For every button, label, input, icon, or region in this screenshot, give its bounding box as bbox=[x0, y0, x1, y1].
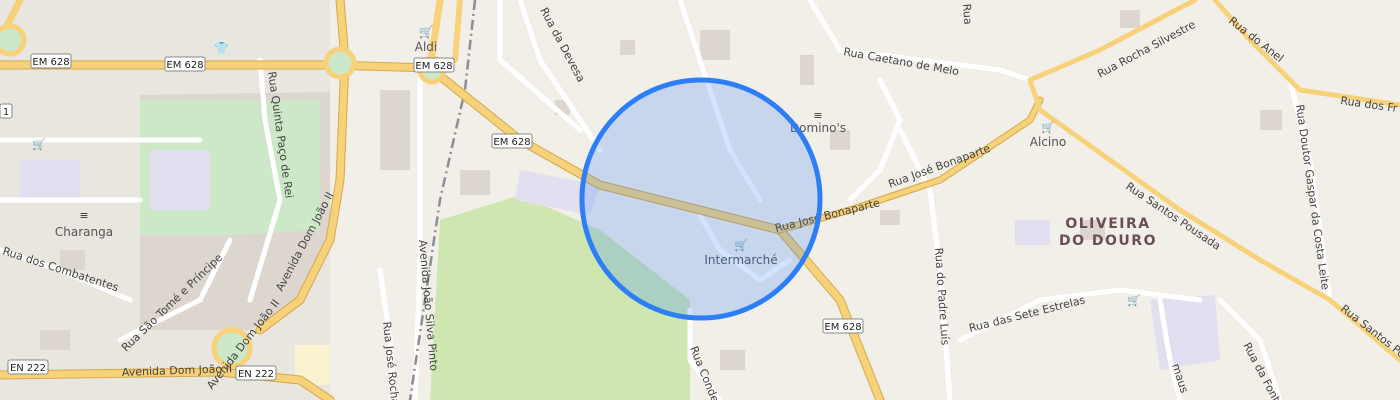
route-shield-em628-d: EM 628 bbox=[491, 133, 533, 149]
route-shield-em628-a: EM 628 bbox=[30, 53, 72, 69]
building bbox=[40, 330, 70, 350]
shirt-icon: 👕 bbox=[214, 41, 229, 55]
search-radius-circle[interactable] bbox=[579, 77, 823, 321]
svg-text:EM 628: EM 628 bbox=[32, 57, 69, 68]
building bbox=[1260, 110, 1282, 130]
street-label-anel: Rua do Anel bbox=[1226, 14, 1286, 65]
road-em628-north-2 bbox=[452, 0, 463, 63]
svg-text:Alcino: Alcino bbox=[1030, 135, 1066, 149]
building bbox=[880, 210, 900, 225]
street-label-padre-luis: Rua do Padre Luís bbox=[932, 247, 952, 346]
building bbox=[460, 170, 490, 195]
school-area-2 bbox=[20, 160, 80, 200]
burger-icon: ≡ bbox=[79, 209, 88, 222]
route-shield-em628-b: EM 628 bbox=[164, 56, 206, 72]
route-shield-em628-c: EM 628 bbox=[413, 57, 455, 73]
svg-text:Aldi: Aldi bbox=[415, 40, 438, 54]
svg-text:EN 222: EN 222 bbox=[10, 363, 46, 374]
map-canvas[interactable]: Rua da Devesa Rua Caetano de Melo Rua Ro… bbox=[0, 0, 1400, 400]
cart-icon: 🛒 bbox=[1041, 121, 1055, 134]
svg-text:OLIVEIRA: OLIVEIRA bbox=[1065, 216, 1150, 232]
street-label-gaspar: Rua Doutor Gaspar da Costa Leite bbox=[1293, 104, 1332, 291]
building bbox=[1120, 10, 1140, 28]
route-shield-en222-a: EN 222 bbox=[7, 359, 49, 375]
school-area-4 bbox=[1015, 220, 1050, 245]
street-label-santos-b: Rua Santos Pousada bbox=[1338, 302, 1400, 381]
route-shield-em628-e: EM 628 bbox=[822, 318, 864, 334]
route-shield-n1: 1 bbox=[0, 103, 13, 119]
street-label-devesa: Rua da Devesa bbox=[537, 5, 587, 84]
roundabout bbox=[323, 46, 357, 80]
building bbox=[380, 90, 410, 170]
cart-icon: 🛒 bbox=[419, 25, 434, 39]
cart-icon: 🛒 bbox=[1127, 294, 1141, 307]
building bbox=[700, 30, 730, 60]
street-label-frias: Rua dos Fr bbox=[1340, 94, 1399, 115]
road-anel-major bbox=[1212, 0, 1400, 108]
svg-text:EM 628: EM 628 bbox=[166, 60, 203, 71]
map-view[interactable]: Rua da Devesa Rua Caetano de Melo Rua Ro… bbox=[0, 0, 1400, 400]
building bbox=[620, 40, 635, 55]
street-label-caetano: Rua Caetano de Melo bbox=[842, 45, 960, 78]
street-label-sete-estrelas: Rua das Sete Estrelas bbox=[968, 293, 1087, 335]
svg-text:EM 628: EM 628 bbox=[493, 137, 530, 148]
svg-text:Charanga: Charanga bbox=[55, 225, 113, 239]
place-label-oliveira-do-douro: OLIVEIRA DO DOURO bbox=[1059, 216, 1157, 249]
svg-text:DO DOURO: DO DOURO bbox=[1059, 233, 1157, 249]
route-shield-en222-b: EN 222 bbox=[235, 365, 277, 381]
svg-text:EM 628: EM 628 bbox=[824, 322, 861, 333]
roundabout bbox=[0, 23, 27, 57]
street-label-jose-rocha: Rua José Rocha bbox=[380, 321, 402, 400]
building bbox=[720, 350, 745, 370]
road-santos-major-2 bbox=[1107, 157, 1400, 363]
building bbox=[800, 55, 814, 85]
street-label-conde: Rua Conde bbox=[687, 344, 721, 400]
road-devesa bbox=[517, 0, 603, 153]
svg-text:EN 222: EN 222 bbox=[238, 369, 274, 380]
svg-text:1: 1 bbox=[3, 107, 9, 118]
street-label-rua-top: Rua bbox=[960, 3, 974, 25]
svg-text:EM 628: EM 628 bbox=[415, 61, 452, 72]
cart-icon: 🛒 bbox=[32, 138, 46, 151]
school-area bbox=[150, 150, 210, 210]
